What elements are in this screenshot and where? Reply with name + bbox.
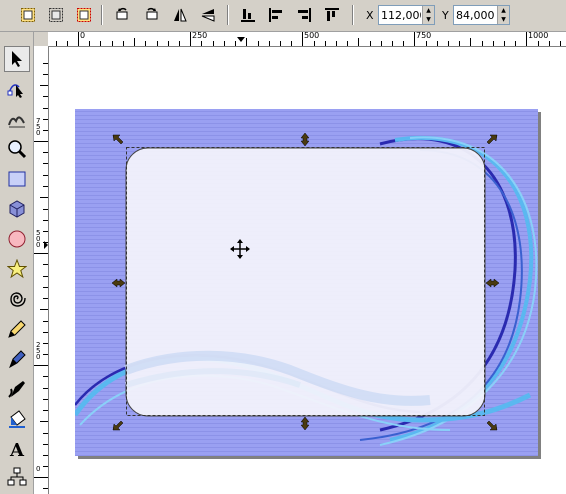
spin-up-icon[interactable]: ▲ <box>498 6 509 15</box>
star-tool-icon[interactable] <box>4 256 30 282</box>
align-right-icon[interactable] <box>293 4 315 26</box>
y-spinbox[interactable]: ▲ ▼ <box>453 5 510 25</box>
rotate-ccw-icon[interactable] <box>111 4 133 26</box>
v-tick-label: 250 <box>36 341 41 361</box>
text-tool-icon[interactable]: A <box>4 436 30 462</box>
y-input[interactable] <box>454 6 498 24</box>
paint-bucket-tool-icon[interactable] <box>4 406 30 432</box>
x-spinbox[interactable]: ▲ ▼ <box>378 5 435 25</box>
ruler-marker-icon <box>237 37 245 42</box>
toolbar-separator <box>227 5 229 25</box>
svg-text:A: A <box>9 440 25 459</box>
calligraphy-tool-icon[interactable] <box>4 376 30 402</box>
h-tick-label: 500 <box>304 32 320 40</box>
vertical-ruler[interactable]: 750 500 250 0 <box>34 46 49 494</box>
h-tick-label: 250 <box>192 32 208 40</box>
v-tick-label: 500 <box>36 229 41 249</box>
zoom-tool-icon[interactable] <box>4 136 30 162</box>
align-top-icon[interactable] <box>321 4 343 26</box>
tweak-tool-icon[interactable] <box>4 106 30 132</box>
toolbox: A <box>0 32 34 494</box>
rectangle-tool-icon[interactable] <box>4 166 30 192</box>
ellipse-tool-icon[interactable] <box>4 226 30 252</box>
align-bottom-icon[interactable] <box>237 4 259 26</box>
connector-tool-icon[interactable] <box>4 464 30 490</box>
x-label: X <box>366 9 374 22</box>
pointer-tool-icon[interactable] <box>4 46 30 72</box>
rotate-cw-icon[interactable] <box>141 4 163 26</box>
pencil-tool-icon[interactable] <box>4 316 30 342</box>
fit-frame-icon[interactable] <box>45 4 67 26</box>
node-edit-tool-icon[interactable] <box>4 76 30 102</box>
toolbar-separator <box>101 5 103 25</box>
v-tick-label: 0 <box>36 465 41 473</box>
h-tick-label: 1000 <box>528 32 549 40</box>
tool-controls-bar: X ▲ ▼ Y ▲ ▼ <box>0 0 566 32</box>
y-label: Y <box>442 9 449 22</box>
spiral-tool-icon[interactable] <box>4 286 30 312</box>
flip-vertical-icon[interactable] <box>197 4 219 26</box>
h-tick-label: 0 <box>80 32 86 40</box>
spin-up-icon[interactable]: ▲ <box>423 6 434 15</box>
ruler-corner[interactable] <box>34 32 48 46</box>
y-spin-buttons[interactable]: ▲ ▼ <box>497 6 509 24</box>
x-input[interactable] <box>379 6 423 24</box>
3d-box-tool-icon[interactable] <box>4 196 30 222</box>
spin-down-icon[interactable]: ▼ <box>498 15 509 24</box>
toolbar-separator <box>352 5 354 25</box>
align-left-icon[interactable] <box>265 4 287 26</box>
spin-down-icon[interactable]: ▼ <box>423 15 434 24</box>
x-spin-buttons[interactable]: ▲ ▼ <box>422 6 434 24</box>
wrap-text-icon[interactable] <box>17 4 39 26</box>
flip-horizontal-icon[interactable] <box>169 4 191 26</box>
h-tick-label: 750 <box>416 32 432 40</box>
v-tick-label: 750 <box>36 117 41 137</box>
drawing-canvas[interactable] <box>49 47 566 494</box>
text-frame-icon[interactable] <box>73 4 95 26</box>
pen-tool-icon[interactable] <box>4 346 30 372</box>
horizontal-ruler[interactable]: 0 250 500 750 1000 <box>48 32 566 47</box>
